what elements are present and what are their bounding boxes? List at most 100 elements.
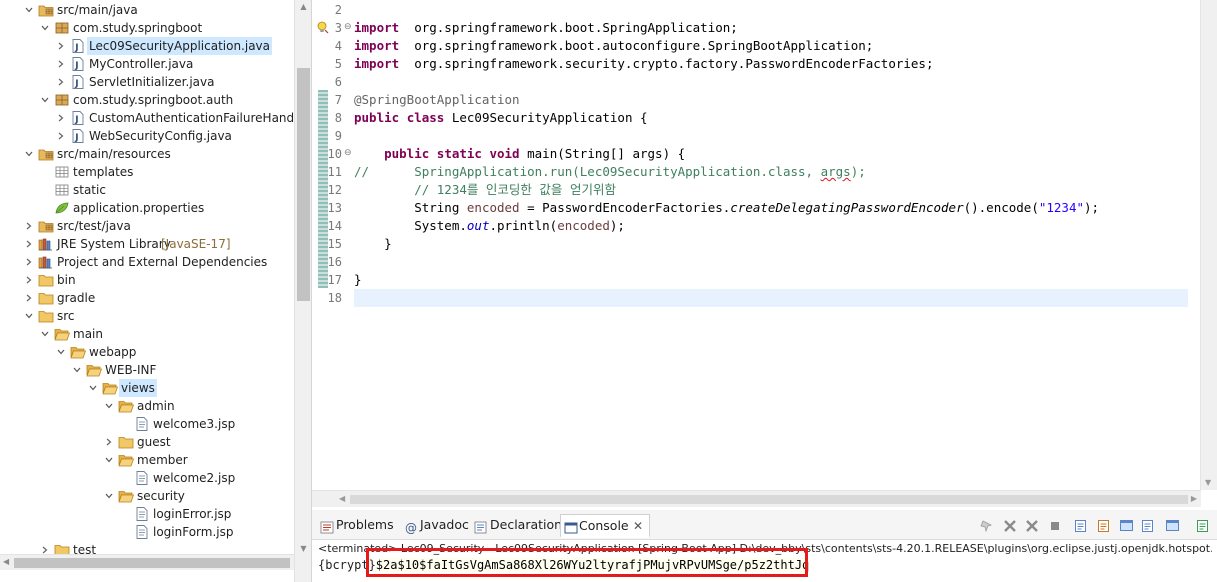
tree-item[interactable]: welcome3.jsp <box>0 415 294 433</box>
code-line[interactable]: // 1234를 인코딩한 값을 얻기위함 <box>354 181 616 199</box>
tree-item[interactable]: guest <box>0 433 294 451</box>
chevron-right-icon[interactable] <box>25 289 35 307</box>
code-line[interactable]: import org.springframework.boot.autoconf… <box>354 37 873 55</box>
terminate-icon[interactable] <box>1002 518 1018 534</box>
tree-item[interactable]: templates <box>0 163 294 181</box>
code-line[interactable]: @SpringBootApplication <box>354 91 520 109</box>
chevron-down-icon[interactable] <box>105 487 115 505</box>
code-line[interactable]: // SpringApplication.run(Lec09SecurityAp… <box>354 163 866 181</box>
tree-item[interactable]: J CustomAuthenticationFailureHandler.j <box>0 109 311 127</box>
chevron-right-icon[interactable] <box>57 55 67 73</box>
tree-item[interactable]: bin <box>0 271 294 289</box>
tree-item[interactable]: J Lec09SecurityApplication.java <box>0 37 294 55</box>
chevron-down-icon[interactable] <box>41 91 51 109</box>
show-on-output-icon[interactable] <box>1140 518 1156 534</box>
chevron-down-icon[interactable] <box>73 361 83 379</box>
chevron-right-icon[interactable] <box>25 253 35 271</box>
chevron-right-icon[interactable] <box>25 217 35 235</box>
code-editor[interactable]: 2 3 ⊖ 4 5 6 7 8 9 10 ⊖ 11 12 13 14 15 16 17 18 import org.… <box>311 0 1217 508</box>
tree-item-label: src <box>57 309 75 323</box>
tree-item[interactable]: J ServletInitializer.java <box>0 73 294 91</box>
scroll-left-arrow-icon[interactable]: ◀ <box>3 557 9 566</box>
code-line[interactable]: } <box>354 235 392 253</box>
line-number: 7 <box>334 93 342 107</box>
chevron-right-icon[interactable] <box>25 271 35 289</box>
chevron-down-icon[interactable] <box>105 397 115 415</box>
code-token: .println( <box>489 218 558 233</box>
tree-item[interactable]: loginForm.jsp <box>0 523 294 541</box>
fold-collapse-icon[interactable]: ⊖ <box>344 148 352 158</box>
tree-item[interactable]: security <box>0 487 294 505</box>
code-line[interactable]: String encoded = PasswordEncoderFactorie… <box>354 199 1099 217</box>
editor-horizontal-scrollbar[interactable]: ◀ ▶ <box>312 490 1201 507</box>
chevron-right-icon[interactable] <box>25 235 35 253</box>
code-line[interactable]: import org.springframework.boot.SpringAp… <box>354 19 738 37</box>
scroll-down-arrow-icon[interactable]: ▼ <box>1205 478 1211 487</box>
tree-item[interactable]: Project and External Dependencies <box>0 253 294 271</box>
tree-item[interactable]: loginError.jsp <box>0 505 294 523</box>
chevron-down-icon[interactable] <box>41 19 51 37</box>
tree-item[interactable]: admin <box>0 397 294 415</box>
code-line[interactable]: public class Lec09SecurityApplication { <box>354 109 648 127</box>
tree-item[interactable]: src <box>0 307 294 325</box>
tree-item[interactable]: static <box>0 181 294 199</box>
tab-javadoc[interactable]: @ Javadoc <box>402 514 469 538</box>
tree-item[interactable]: views <box>0 379 294 397</box>
chevron-down-icon[interactable] <box>25 145 35 163</box>
current-code-line[interactable] <box>354 289 1188 307</box>
tree-item[interactable]: main <box>0 325 294 343</box>
tab-console[interactable]: Console ✕ <box>560 514 650 538</box>
editor-vertical-scrollbar[interactable]: ▼ <box>1200 0 1217 490</box>
chevron-right-icon[interactable] <box>57 73 67 91</box>
tree-item[interactable]: webapp <box>0 343 294 361</box>
code-line[interactable]: } <box>354 271 362 289</box>
tree-item[interactable]: com.study.springboot <box>0 19 294 37</box>
tree-item[interactable]: member <box>0 451 294 469</box>
tree-item[interactable]: src/main/resources <box>0 145 294 163</box>
tab-declaration[interactable]: Declaration <box>472 514 562 538</box>
tree-item[interactable]: gradle <box>0 289 294 307</box>
scroll-down-arrow-icon[interactable]: ▼ <box>298 544 309 554</box>
tree-item[interactable]: JRE System Library [JavaSE-17] <box>0 235 294 253</box>
chevron-down-icon[interactable] <box>89 379 99 397</box>
close-icon[interactable]: ✕ <box>633 515 643 537</box>
clear-console-icon[interactable] <box>1073 518 1089 534</box>
chevron-down-icon[interactable] <box>25 1 35 19</box>
highlight-annotation-box <box>366 548 808 577</box>
tree-item[interactable]: src/test/java <box>0 217 294 235</box>
tree-item[interactable]: WEB-INF <box>0 361 294 379</box>
tree-item[interactable]: J MyController.java <box>0 55 294 73</box>
remove-all-terminated-icon[interactable] <box>1024 518 1040 534</box>
chevron-down-icon[interactable] <box>105 451 115 469</box>
code-line[interactable]: import org.springframework.security.cryp… <box>354 55 933 73</box>
pin-console-icon[interactable] <box>978 518 994 534</box>
chevron-right-icon[interactable] <box>57 109 67 127</box>
fold-collapse-icon[interactable]: ⊖ <box>344 22 352 32</box>
code-line[interactable]: public static void main(String[] args) { <box>354 145 685 163</box>
display-selected-console-icon[interactable] <box>1165 518 1181 534</box>
chevron-right-icon[interactable] <box>105 433 115 451</box>
code-line[interactable]: System.out.println(encoded); <box>354 217 625 235</box>
scroll-lock-icon[interactable] <box>1096 518 1112 534</box>
chevron-down-icon[interactable] <box>57 343 67 361</box>
explorer-hscroll-thumb[interactable] <box>14 558 290 568</box>
word-wrap-icon[interactable] <box>1119 518 1135 534</box>
chevron-down-icon[interactable] <box>41 325 51 343</box>
tab-problems[interactable]: Problems <box>318 514 398 538</box>
quick-fix-lightbulb-icon[interactable] <box>316 21 329 34</box>
chevron-down-icon[interactable] <box>25 307 35 325</box>
editor-hscroll-thumb[interactable] <box>350 495 1188 504</box>
scroll-right-arrow-icon[interactable]: ▶ <box>1191 494 1197 503</box>
chevron-right-icon[interactable] <box>57 127 67 145</box>
stop-icon[interactable] <box>1047 518 1063 534</box>
code-token: = PasswordEncoderFactories. <box>519 200 731 215</box>
scroll-left-arrow-icon[interactable]: ◀ <box>339 494 345 503</box>
tree-item[interactable]: J WebSecurityConfig.java <box>0 127 294 145</box>
tree-item[interactable]: src/main/java <box>0 1 294 19</box>
chevron-right-icon[interactable] <box>57 37 67 55</box>
tree-item[interactable]: application.properties <box>0 199 294 217</box>
tree-item[interactable]: com.study.springboot.auth <box>0 91 294 109</box>
explorer-horizontal-scrollbar[interactable]: ◀ <box>0 554 294 570</box>
tree-item[interactable]: welcome2.jsp <box>0 469 294 487</box>
open-console-icon[interactable] <box>1195 518 1211 534</box>
